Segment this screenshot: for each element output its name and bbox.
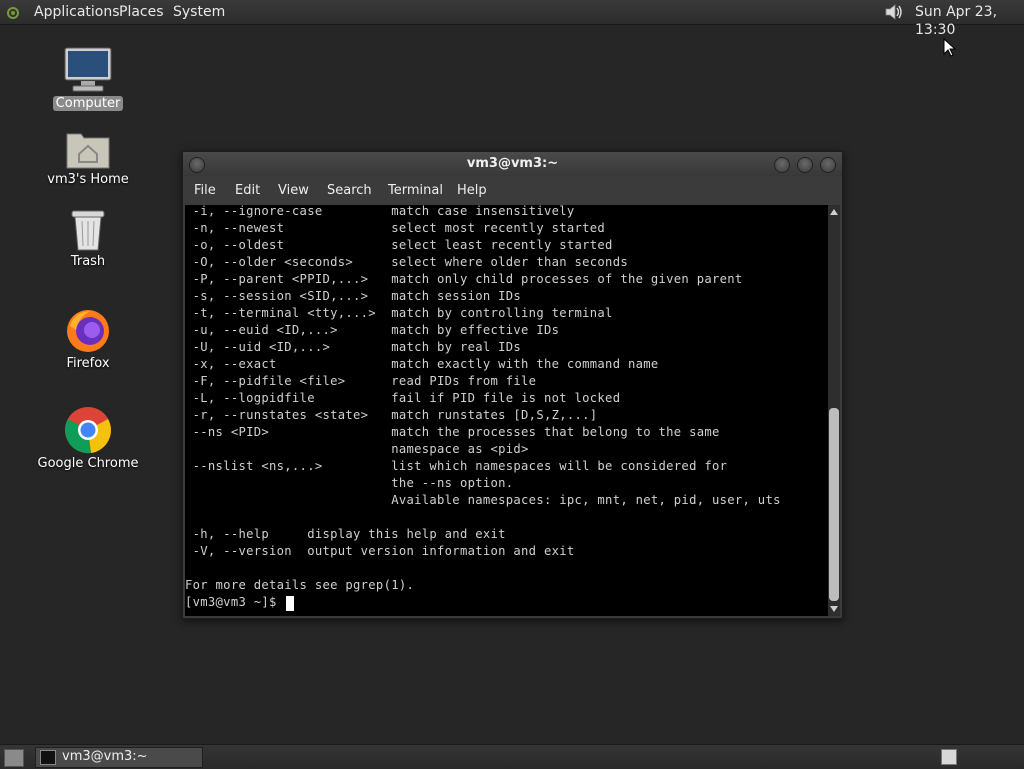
terminal-line: -i, --ignore-case match case insensitive… bbox=[185, 205, 575, 218]
terminal-icon bbox=[40, 750, 56, 765]
terminal-line: -o, --oldest select least recently start… bbox=[185, 238, 613, 252]
clock[interactable]: Sun Apr 23, 13:30 bbox=[915, 3, 1024, 39]
terminal-menubar: File Edit View Search Terminal Help bbox=[183, 176, 842, 204]
terminal-line: -O, --older <seconds> select where older… bbox=[185, 255, 628, 269]
gnome-foot-icon[interactable] bbox=[5, 4, 21, 20]
terminal-line: -n, --newest select most recently starte… bbox=[185, 221, 606, 235]
desktop-icon-label: Trash bbox=[70, 254, 106, 269]
scrollbar-thumb[interactable] bbox=[829, 408, 839, 601]
terminal-line: -h, --help display this help and exit bbox=[185, 527, 506, 541]
terminal-line: For more details see pgrep(1). bbox=[185, 578, 415, 592]
menu-file[interactable]: File bbox=[194, 183, 216, 198]
terminal-window[interactable]: vm3@vm3:~ File Edit View Search Terminal… bbox=[182, 151, 843, 619]
terminal-line: namespace as <pid> bbox=[185, 442, 529, 456]
menu-help[interactable]: Help bbox=[457, 183, 487, 198]
taskbar-terminal-button[interactable]: vm3@vm3:~ bbox=[35, 747, 203, 768]
computer-icon bbox=[64, 47, 112, 92]
speaker-icon[interactable] bbox=[883, 2, 905, 22]
mouse-pointer-icon bbox=[943, 38, 957, 57]
terminal-line: -u, --euid <ID,...> match by effective I… bbox=[185, 323, 560, 337]
desktop-icon-trash[interactable]: Trash bbox=[28, 208, 148, 269]
terminal-line: -P, --parent <PPID,...> match only child… bbox=[185, 272, 743, 286]
terminal-line: -s, --session <SID,...> match session ID… bbox=[185, 289, 522, 303]
terminal-cursor bbox=[286, 596, 295, 611]
terminal-line: -x, --exact match exactly with the comma… bbox=[185, 357, 659, 371]
window-titlebar[interactable]: vm3@vm3:~ bbox=[183, 152, 842, 176]
menu-terminal[interactable]: Terminal bbox=[388, 183, 443, 198]
applications-menu[interactable]: Applications bbox=[34, 3, 120, 21]
scroll-up-arrow-icon[interactable] bbox=[830, 209, 838, 215]
show-desktop-icon[interactable] bbox=[4, 749, 24, 767]
terminal-line: -t, --terminal <tty,...> match by contro… bbox=[185, 306, 613, 320]
system-menu[interactable]: System bbox=[173, 3, 225, 21]
menu-view[interactable]: View bbox=[278, 183, 309, 198]
chrome-icon bbox=[65, 407, 111, 454]
terminal-line: --ns <PID> match the processes that belo… bbox=[185, 425, 720, 439]
terminal-line: -V, --version output version information… bbox=[185, 544, 575, 558]
firefox-icon bbox=[67, 310, 109, 352]
menu-edit[interactable]: Edit bbox=[235, 183, 260, 198]
desktop-icon-home[interactable]: vm3's Home bbox=[28, 128, 148, 187]
desktop-icon-computer[interactable]: Computer bbox=[28, 46, 148, 111]
workspace-switcher[interactable] bbox=[941, 749, 957, 765]
terminal-line: -F, --pidfile <file> read PIDs from file bbox=[185, 374, 537, 388]
desktop-icon-label: Computer bbox=[52, 96, 124, 111]
taskbar-label: vm3@vm3:~ bbox=[62, 749, 148, 764]
terminal-line: --nslist <ns,...> list which namespaces … bbox=[185, 459, 728, 473]
scroll-down-arrow-icon[interactable] bbox=[830, 606, 838, 612]
terminal-line: the --ns option. bbox=[185, 476, 514, 490]
bottom-panel: vm3@vm3:~ bbox=[0, 744, 1024, 769]
terminal-line: -r, --runstates <state> match runstates … bbox=[185, 408, 598, 422]
terminal-line: [vm3@vm3 ~]$ bbox=[185, 595, 285, 609]
top-panel: Applications Places System Sun Apr 23, 1… bbox=[0, 0, 1024, 38]
window-title: vm3@vm3:~ bbox=[466, 156, 559, 171]
terminal-output[interactable]: -i, --ignore-case match case insensitive… bbox=[185, 205, 828, 616]
terminal-line: -U, --uid <ID,...> match by real IDs bbox=[185, 340, 522, 354]
minimize-button[interactable] bbox=[774, 157, 790, 173]
desktop-icon-label: vm3's Home bbox=[47, 172, 129, 187]
desktop-icon-label: Google Chrome bbox=[37, 456, 139, 471]
terminal-scrollbar[interactable] bbox=[828, 205, 840, 616]
terminal-line: Available namespaces: ipc, mnt, net, pid… bbox=[185, 493, 781, 507]
desktop-icon-chrome[interactable]: Google Chrome bbox=[28, 406, 148, 471]
trash-icon bbox=[71, 210, 105, 251]
home-folder-icon bbox=[66, 133, 110, 169]
terminal-line: -L, --logpidfile fail if PID file is not… bbox=[185, 391, 621, 405]
desktop-icon-firefox[interactable]: Firefox bbox=[28, 306, 148, 371]
desktop-icon-label: Firefox bbox=[66, 356, 110, 371]
close-button[interactable] bbox=[820, 157, 836, 173]
places-menu[interactable]: Places bbox=[119, 3, 164, 21]
maximize-button[interactable] bbox=[797, 157, 813, 173]
menu-search[interactable]: Search bbox=[327, 183, 372, 198]
